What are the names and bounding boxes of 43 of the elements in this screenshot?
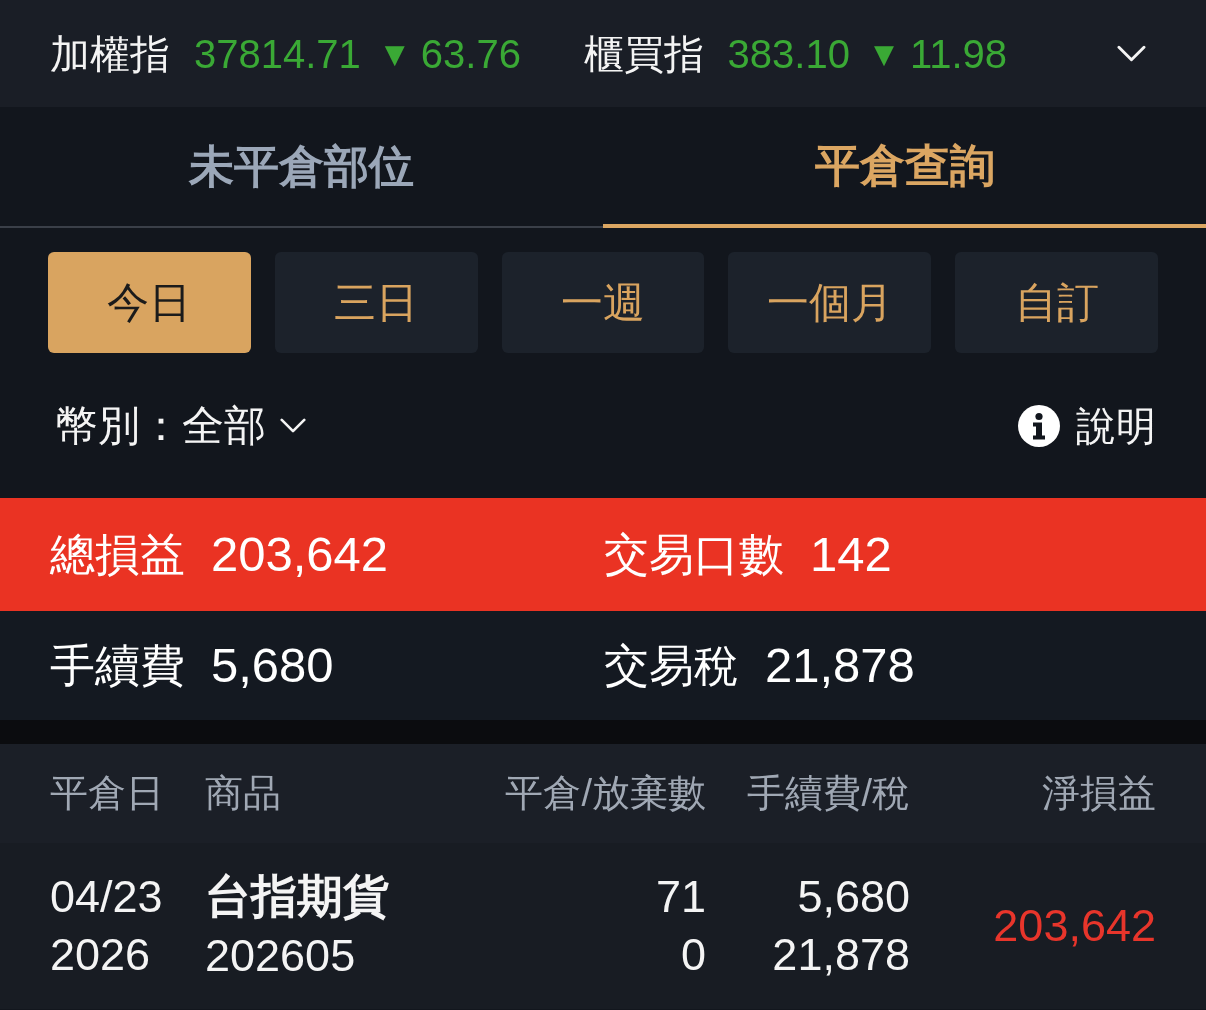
summary-value: 142 — [810, 525, 892, 583]
index-value: 37814.71 — [194, 33, 361, 74]
tab[interactable]: 未平倉部位 — [0, 107, 603, 228]
direction-arrow: ▼ — [873, 40, 894, 67]
table-row[interactable]: 04/23 2026 台指期貨 202605 71 0 5,680 21,878 203,642 — [0, 843, 1206, 1009]
table-cell: 5,680 — [797, 870, 910, 924]
tab[interactable]: 平倉查詢 — [603, 107, 1206, 228]
index-label: 櫃買指 — [583, 33, 704, 74]
chevron-down-icon — [280, 417, 306, 434]
table-cell: 2026 — [50, 928, 151, 982]
summary-label: 交易口數 — [604, 527, 784, 582]
table-cell: 203,642 — [993, 900, 1156, 951]
column-header: 平倉日 — [50, 771, 165, 816]
summary-value: 21,878 — [765, 636, 915, 694]
period-button[interactable]: 三日 — [274, 252, 478, 353]
direction-arrow: ▼ — [384, 40, 405, 67]
index-label: 加權指 — [50, 33, 170, 74]
period-button[interactable]: 一個月 — [728, 252, 932, 353]
column-header: 商品 — [205, 771, 282, 816]
currency-dropdown[interactable]: 幣別：全部 — [56, 394, 306, 457]
period-button[interactable]: 自訂 — [955, 252, 1158, 353]
table-cell: 0 — [680, 928, 706, 982]
column-header: 平倉/放棄數 — [504, 771, 706, 816]
table-cell: 71 — [655, 870, 706, 924]
summary-value: 203,642 — [211, 525, 389, 583]
column-header: 手續費/稅 — [746, 771, 910, 816]
info-icon — [1018, 404, 1060, 447]
table-cell: 04/23 — [50, 870, 163, 924]
table-cell: 台指期貨 — [205, 869, 389, 925]
help-link[interactable]: 說明 — [1018, 395, 1156, 456]
column-header: 淨損益 — [1041, 771, 1156, 816]
summary-label: 總損益 — [50, 527, 185, 582]
chevron-down-icon[interactable] — [1117, 44, 1146, 63]
index-change: 11.98 — [909, 33, 1007, 74]
index-change: 63.76 — [420, 33, 521, 74]
period-button[interactable]: 一週 — [501, 252, 705, 353]
table-cell: 202605 — [205, 928, 356, 983]
period-button[interactable]: 今日 — [48, 252, 251, 353]
table-cell: 21,878 — [772, 928, 910, 982]
index-value: 383.10 — [727, 33, 850, 74]
summary-label: 手續費 — [50, 638, 185, 693]
summary-value: 5,680 — [211, 636, 334, 694]
summary-label: 交易稅 — [604, 638, 739, 693]
